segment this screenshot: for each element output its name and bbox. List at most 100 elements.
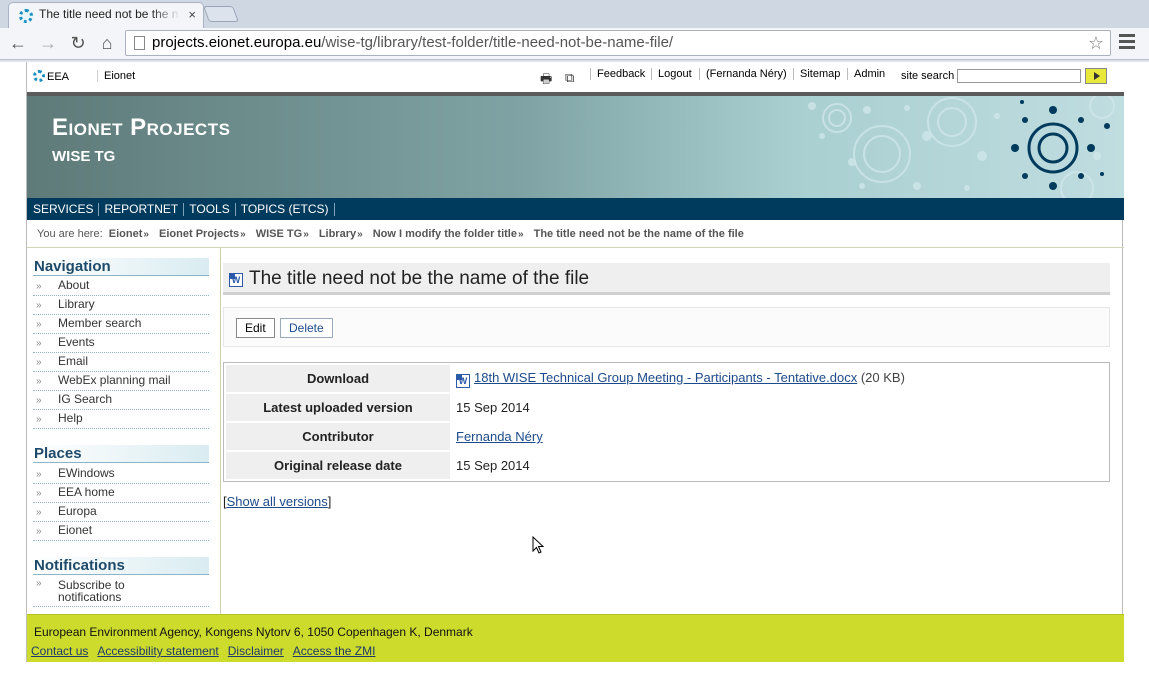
address-bar[interactable]: projects.eionet.europa.eu/wise-tg/librar… xyxy=(125,30,1111,56)
show-all-versions: [Show all versions] xyxy=(223,494,332,509)
document-header: W The title need not be the name of the … xyxy=(223,263,1110,295)
home-icon[interactable]: ⌂ xyxy=(95,31,119,55)
sidebar-item-eea-home[interactable]: » EEA home xyxy=(33,484,209,503)
sidebar-item-eionet[interactable]: » Eionet xyxy=(33,522,209,541)
sidebar-item-ewindows[interactable]: » EWindows xyxy=(33,465,209,484)
site-banner: Eionet Projects WISE TG xyxy=(27,96,1124,198)
file-metadata-table: Download W 18th WISE Technical Group Meet… xyxy=(223,362,1110,482)
bullet-icon: » xyxy=(36,338,42,349)
browser-toolbar: ← → ↻ ⌂ projects.eionet.europa.eu/wise-t… xyxy=(0,28,1149,60)
sidebar-item-subscribe[interactable]: » Subscribe to notifications xyxy=(33,577,209,607)
reload-icon[interactable]: ↻ xyxy=(66,31,90,55)
breadcrumb-item[interactable]: Now I modify the folder title xyxy=(373,228,517,240)
browser-tab[interactable]: The title need not be the n × xyxy=(8,2,204,28)
word-document-icon: W xyxy=(456,373,470,388)
tool-ribbon: EEA Eionet 🖶 ⧉ Feedback Logout (Fernanda… xyxy=(27,62,1124,92)
page: EEA Eionet 🖶 ⧉ Feedback Logout (Fernanda… xyxy=(26,62,1124,662)
table-row: Download W 18th WISE Technical Group Meet… xyxy=(226,365,1107,392)
breadcrumb-item[interactable]: Eionet Projects xyxy=(159,228,239,240)
sitemap-link[interactable]: Sitemap xyxy=(793,68,840,80)
contributor-link[interactable]: Fernanda Néry xyxy=(456,429,543,444)
forward-arrow-icon[interactable]: → xyxy=(36,31,60,55)
site-search-label: site search xyxy=(901,70,955,82)
user-name: (Fernanda Néry) xyxy=(699,68,787,80)
latest-version-label: Latest uploaded version xyxy=(226,394,450,421)
delete-button[interactable]: Delete xyxy=(280,318,333,338)
bookmark-star-icon[interactable]: ☆ xyxy=(1088,31,1104,55)
footer-address: European Environment Agency, Kongens Nyt… xyxy=(34,625,473,639)
sidebar-item-library[interactable]: » Library xyxy=(33,296,209,315)
bullet-icon: » xyxy=(36,488,42,499)
bullet-icon: » xyxy=(36,507,42,518)
bullet-icon: » xyxy=(36,357,42,368)
bullet-icon: » xyxy=(36,526,42,537)
footer-links: Contact us Accessibility statement Disclai… xyxy=(31,644,384,658)
nav-tools[interactable]: TOOLS xyxy=(184,203,236,216)
sidebar-item-events[interactable]: » Events xyxy=(33,334,209,353)
breadcrumb-item[interactable]: Eionet xyxy=(109,228,143,240)
contributor-label: Contributor xyxy=(226,423,450,450)
url-host: projects.eionet.europa.eu xyxy=(152,34,322,51)
bullet-icon: » xyxy=(36,578,42,589)
sidebar-item-help[interactable]: » Help xyxy=(33,410,209,429)
breadcrumb-item[interactable]: WISE TG xyxy=(256,228,302,240)
sidebar-item-europa[interactable]: » Europa xyxy=(33,503,209,522)
sidebar-item-member-search[interactable]: » Member search xyxy=(33,315,209,334)
zmi-link[interactable]: Access the ZMI xyxy=(293,644,376,658)
mouse-cursor-icon xyxy=(532,536,545,554)
sidebar-item-webex[interactable]: » WebEx planning mail xyxy=(33,372,209,391)
release-date-label: Original release date xyxy=(226,452,450,479)
breadcrumb-current: The title need not be the name of the fi… xyxy=(533,228,744,240)
nav-reportnet[interactable]: REPORTNET xyxy=(99,203,185,216)
bullet-icon: » xyxy=(36,414,42,425)
main-navigation: SERVICES REPORTNET TOOLS TOPICS (ETCS) xyxy=(27,198,1124,220)
disclaimer-link[interactable]: Disclaimer xyxy=(228,644,284,658)
navigation-heading: Navigation xyxy=(33,258,209,276)
logout-link[interactable]: Logout xyxy=(651,68,692,80)
admin-link[interactable]: Admin xyxy=(847,68,885,80)
breadcrumb-prefix: You are here: xyxy=(37,228,103,240)
site-search-button[interactable] xyxy=(1085,68,1107,84)
print-icon[interactable]: 🖶 xyxy=(540,70,552,92)
tab-strip: The title need not be the n × xyxy=(0,0,1149,28)
table-row: Original release date 15 Sep 2014 xyxy=(226,452,1107,479)
edit-button[interactable]: Edit xyxy=(236,318,275,338)
eea-logo[interactable]: EEA xyxy=(33,70,69,83)
url-path: /wise-tg/library/test-folder/title-need-… xyxy=(321,34,674,51)
fullscreen-icon[interactable]: ⧉ xyxy=(565,70,574,86)
word-document-icon: W xyxy=(229,273,243,287)
tab-close-icon[interactable]: × xyxy=(188,7,196,22)
bullet-icon: » xyxy=(36,300,42,311)
left-sidebar: Navigation » About » Library » Member searc… xyxy=(27,248,221,614)
table-row: Latest uploaded version 15 Sep 2014 xyxy=(226,394,1107,421)
show-all-versions-link[interactable]: Show all versions xyxy=(227,494,328,509)
file-size: (20 KB) xyxy=(860,369,905,385)
download-file-link[interactable]: 18th WISE Technical Group Meeting - Part… xyxy=(474,370,857,385)
eea-logo-icon xyxy=(33,70,45,82)
sidebar-item-email[interactable]: » Email xyxy=(33,353,209,372)
nav-services[interactable]: SERVICES xyxy=(27,203,100,216)
action-bar: Edit Delete xyxy=(223,307,1110,347)
page-icon xyxy=(134,36,145,50)
back-arrow-icon[interactable]: ← xyxy=(6,31,30,55)
sidebar-item-about[interactable]: » About xyxy=(33,277,209,296)
new-tab-button[interactable] xyxy=(203,6,239,22)
download-label: Download xyxy=(226,365,450,392)
site-title[interactable]: Eionet Projects xyxy=(52,114,230,142)
banner-circles-decoration xyxy=(808,96,1115,198)
contact-us-link[interactable]: Contact us xyxy=(31,644,88,658)
browser-menu-icon[interactable] xyxy=(1119,34,1135,52)
sidebar-item-ig-search[interactable]: » IG Search xyxy=(33,391,209,410)
nav-topics[interactable]: TOPICS (ETCS) xyxy=(236,203,335,216)
feedback-link[interactable]: Feedback xyxy=(590,68,645,80)
bullet-icon: » xyxy=(36,319,42,330)
eionet-link[interactable]: Eionet xyxy=(97,70,135,82)
accessibility-link[interactable]: Accessibility statement xyxy=(97,644,218,658)
bullet-icon: » xyxy=(36,376,42,387)
site-search-input[interactable] xyxy=(957,69,1081,83)
breadcrumb: You are here: Eionet» Eionet Projects» W… xyxy=(27,220,1124,248)
bullet-icon: » xyxy=(36,395,42,406)
breadcrumb-item[interactable]: Library xyxy=(319,228,356,240)
notifications-heading: Notifications xyxy=(33,557,209,575)
page-footer: European Environment Agency, Kongens Nyt… xyxy=(27,614,1124,662)
